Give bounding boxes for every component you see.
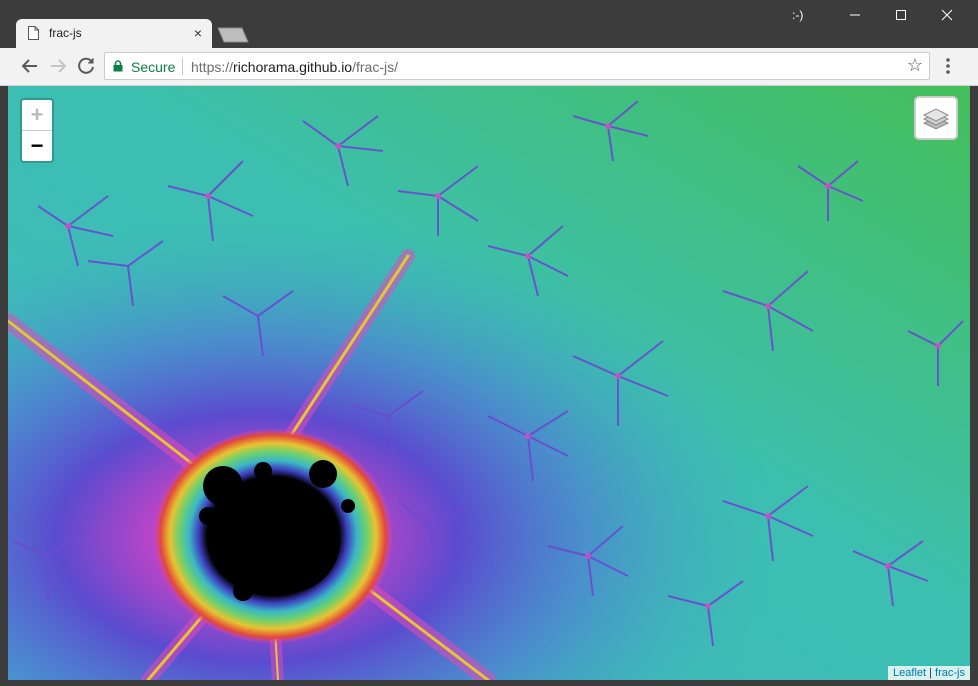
minimize-button[interactable] [832,0,878,30]
user-profile-label[interactable]: :-) [792,8,803,22]
kebab-menu-icon [946,58,950,74]
zoom-control: + − [20,98,54,163]
reload-icon [78,57,94,74]
url-path: /frac-js/ [352,59,398,75]
new-tab-button[interactable] [216,27,250,43]
reload-button[interactable] [73,53,99,79]
minimize-icon [850,14,860,16]
secure-label: Secure [131,59,176,75]
browser-menu-button[interactable] [940,53,956,79]
browser-window: frac-js × :-) Secure https://richorama.g… [0,0,978,686]
page-icon [28,26,39,40]
tab-title: frac-js [49,26,82,40]
browser-toolbar: Secure https://richorama.github.io/frac-… [0,48,978,86]
forward-button[interactable] [45,53,71,79]
close-window-button[interactable] [924,0,970,30]
map-attribution: Leaflet | frac-js [888,666,970,680]
zoom-out-button[interactable]: − [22,131,52,161]
url-host: richorama.github.io [233,59,353,75]
forward-arrow-icon [51,59,67,73]
tab-frac-js[interactable]: frac-js × [16,19,212,48]
source-link[interactable]: frac-js [935,667,965,679]
zoom-in-button[interactable]: + [22,100,52,131]
tab-close-icon[interactable]: × [194,25,202,41]
omnibox-separator [182,58,183,75]
address-bar[interactable]: Secure https://richorama.github.io/frac-… [104,52,930,80]
attribution-separator: | [926,667,936,679]
mandelbrot-fractal-render [8,86,970,680]
maximize-button[interactable] [878,0,924,30]
layers-icon [922,108,950,130]
back-button[interactable] [17,53,43,79]
back-arrow-icon [21,59,37,73]
fractal-map[interactable]: + − Leaflet | frac-js [8,86,970,680]
url-scheme: https:// [191,59,234,75]
close-icon [941,9,953,21]
lock-icon [113,60,123,72]
title-bar: frac-js × :-) [0,0,978,48]
url-text[interactable]: https://richorama.github.io/frac-js/ [191,59,398,75]
bookmark-star-icon[interactable]: ☆ [907,55,923,76]
maximize-icon [896,10,906,20]
layers-button[interactable] [914,96,958,140]
leaflet-link[interactable]: Leaflet [893,667,926,679]
